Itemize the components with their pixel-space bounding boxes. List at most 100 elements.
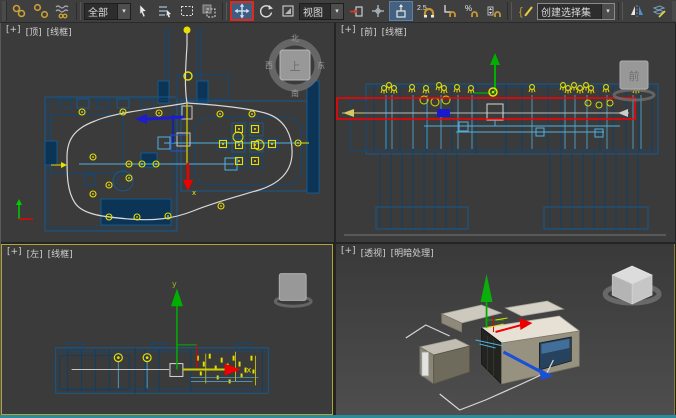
- main-toolbar: 全部 ▾: [0, 0, 676, 23]
- select-and-manipulate-button[interactable]: [367, 1, 388, 21]
- gizmo-x-label: x: [192, 189, 196, 197]
- viewport-view-button[interactable]: [顶]: [26, 25, 42, 38]
- select-and-place-button[interactable]: [345, 1, 366, 21]
- scale-icon: [280, 3, 296, 19]
- viewport-shading-button[interactable]: [明暗处理]: [391, 246, 434, 259]
- named-sets-icon: {: [518, 3, 534, 19]
- window-crossing-button[interactable]: [198, 1, 219, 21]
- transform-gizmo[interactable]: [474, 53, 500, 96]
- compass-south: 南: [291, 88, 299, 98]
- angle-snap-icon: [442, 3, 458, 19]
- percent-snap-icon: %: [464, 3, 480, 19]
- cropped-right-icon: [672, 1, 676, 21]
- use-pivot-point-center-button[interactable]: [389, 1, 413, 21]
- spacewarp-icon: [55, 3, 71, 19]
- blue-object[interactable]: [437, 109, 450, 117]
- toolbar-separator: [507, 2, 512, 20]
- viewport-shading-button[interactable]: [线框]: [47, 25, 72, 38]
- viewport-menu-button[interactable]: [+]: [341, 25, 356, 38]
- shaded-model[interactable]: [420, 301, 580, 384]
- hanging-lights[interactable]: [381, 83, 645, 108]
- viewport-perspective-label: [+] [透视] [明暗处理]: [341, 246, 434, 259]
- compass-west: 西: [265, 61, 273, 70]
- percent-snap-button[interactable]: %: [461, 1, 482, 21]
- select-and-rotate-button[interactable]: [255, 1, 276, 21]
- viewport-menu-button[interactable]: [+]: [6, 25, 21, 38]
- viewport-shading-button[interactable]: [线框]: [382, 25, 407, 38]
- viewcube[interactable]: 前: [614, 61, 654, 100]
- floor-plan-wireframe: [45, 27, 319, 231]
- rotate-icon: [258, 3, 274, 19]
- select-object-button[interactable]: [132, 1, 153, 21]
- snap-25-icon: 2.5: [416, 3, 436, 19]
- selection-filter-dropdown[interactable]: 全部 ▾: [84, 3, 131, 20]
- bind-to-spacewarp-button[interactable]: [52, 1, 73, 21]
- perspective-canvas[interactable]: [336, 244, 674, 415]
- viewport-top-label: [+] [顶] [线框]: [6, 25, 72, 38]
- unlink-icon: [33, 3, 49, 19]
- transform-gizmo[interactable]: x y: [171, 280, 252, 376]
- axis-tripod: [16, 199, 33, 219]
- compass-east: 东: [317, 60, 325, 70]
- viewport-top[interactable]: [+] [顶] [线框]: [1, 23, 334, 242]
- viewport-left[interactable]: [+] [左] [线框]: [1, 244, 333, 415]
- named-selection-set-dropdown[interactable]: 创建选择集 ▾: [537, 3, 615, 20]
- viewcube[interactable]: [605, 266, 659, 304]
- path-edge-line: [342, 109, 629, 117]
- viewport-left-label: [+] [左] [线框]: [7, 247, 73, 260]
- unlink-selection-button[interactable]: [30, 1, 51, 21]
- manipulate-icon: [370, 3, 386, 19]
- viewport-view-button[interactable]: [左]: [27, 247, 43, 260]
- viewport-shading-button[interactable]: [线框]: [48, 247, 73, 260]
- select-by-name-button[interactable]: [154, 1, 175, 21]
- toolbar-separator: [618, 2, 623, 20]
- toolbar-separator: [76, 2, 81, 20]
- pivot-center-icon: [393, 3, 409, 19]
- move-arrows-icon: [234, 3, 250, 19]
- manage-layers-button[interactable]: [648, 1, 669, 21]
- rectangular-region-button[interactable]: [176, 1, 197, 21]
- edit-named-selection-sets-button[interactable]: {: [515, 1, 536, 21]
- light-stems: [386, 95, 641, 149]
- select-and-move-button[interactable]: [230, 1, 254, 21]
- viewport-front[interactable]: [+] [前] [线框]: [336, 23, 675, 242]
- select-and-scale-button[interactable]: [277, 1, 298, 21]
- front-view-canvas[interactable]: 前: [336, 23, 675, 242]
- left-view-canvas[interactable]: x y: [2, 245, 332, 414]
- viewcube-front-face: 前: [629, 69, 640, 83]
- list-cursor-icon: [157, 3, 173, 19]
- svg-text:%: %: [465, 4, 472, 13]
- chevron-down-icon[interactable]: ▾: [330, 4, 343, 19]
- viewport-front-label: [+] [前] [线框]: [341, 25, 407, 38]
- transform-gizmo[interactable]: x: [183, 103, 196, 197]
- 3dsmax-window: 全部 ▾: [0, 0, 676, 418]
- mirror-button[interactable]: [626, 1, 647, 21]
- selection-filter-value: 全部: [85, 4, 117, 19]
- layers-icon: [651, 3, 667, 19]
- spinner-snap-button[interactable]: [483, 1, 504, 21]
- rect-region-icon: [179, 3, 195, 19]
- compass-north: 北: [291, 34, 299, 43]
- gizmo-y-label: y: [172, 280, 177, 289]
- viewport-perspective[interactable]: [+] [透视] [明暗处理]: [336, 244, 675, 415]
- viewport-menu-button[interactable]: [+]: [341, 246, 356, 259]
- select-and-link-button[interactable]: [8, 1, 29, 21]
- viewport-menu-button[interactable]: [+]: [7, 247, 22, 260]
- mirror-icon: [629, 3, 645, 19]
- place-box-icon: [348, 3, 364, 19]
- svg-text:{: {: [519, 6, 523, 18]
- reference-coordinate-dropdown[interactable]: 视图 ▾: [299, 3, 344, 20]
- toolbar-separator: [222, 2, 227, 20]
- viewport-view-button[interactable]: [前]: [361, 25, 377, 38]
- viewcube[interactable]: [275, 274, 311, 307]
- viewport-area-left-edge: [0, 23, 1, 415]
- angle-snap-button[interactable]: [439, 1, 460, 21]
- snaps-toggle-button[interactable]: 2.5: [414, 1, 438, 21]
- viewport-view-button[interactable]: [透视]: [361, 246, 386, 259]
- chevron-down-icon[interactable]: ▾: [117, 4, 130, 19]
- top-view-canvas[interactable]: x: [1, 23, 334, 242]
- chevron-down-icon[interactable]: ▾: [601, 4, 614, 19]
- reference-coordinate-value: 视图: [300, 4, 330, 19]
- link-icon: [11, 3, 27, 19]
- gizmo-x-label: x: [247, 366, 252, 375]
